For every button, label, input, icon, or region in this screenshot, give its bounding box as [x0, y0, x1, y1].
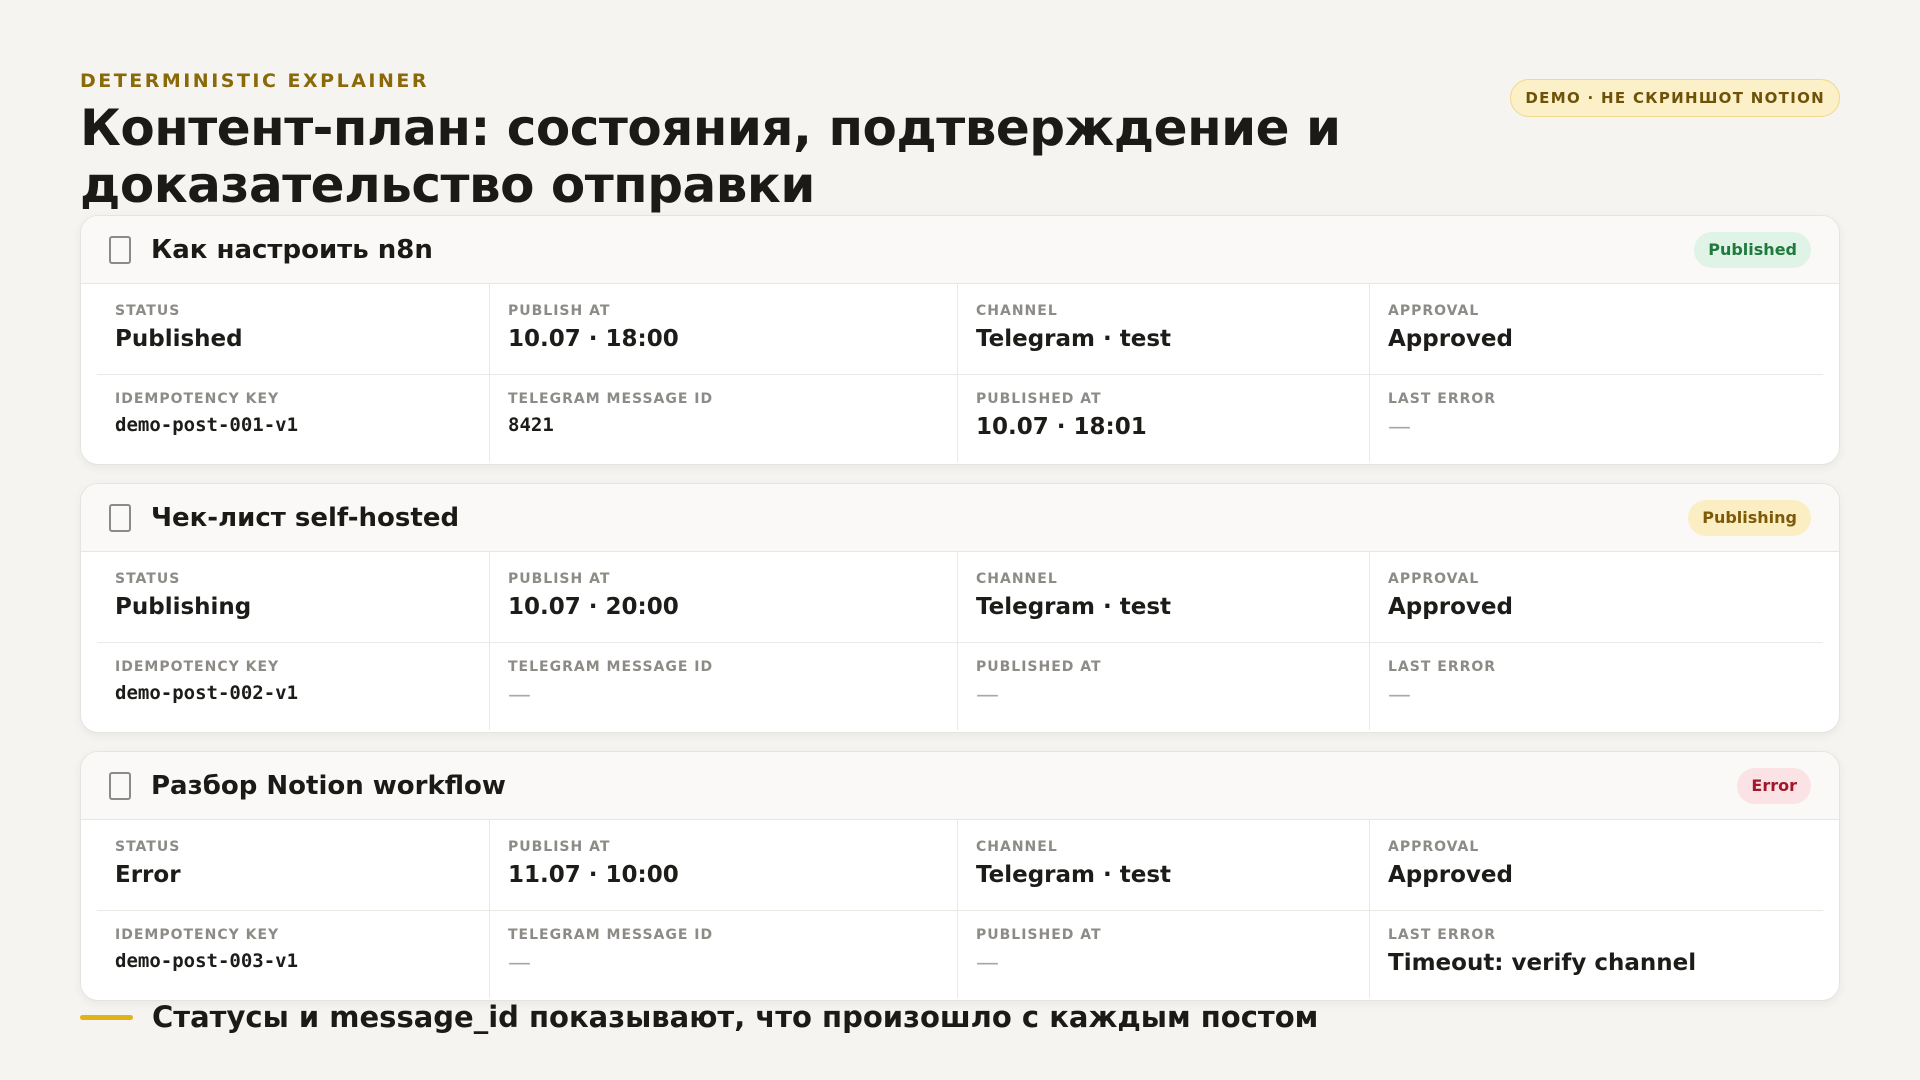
property-value: Published [115, 326, 243, 352]
post-properties: STATUS Publishing PUBLISH AT 10.07 · 20:… [97, 552, 1823, 730]
property-value: Telegram · test [976, 326, 1172, 352]
property-value: Error [115, 862, 181, 888]
property-label: CHANNEL [976, 571, 1058, 587]
property-label: IDEMPOTENCY KEY [115, 659, 280, 675]
property-label: PUBLISHED AT [976, 927, 1102, 943]
property-label: TELEGRAM MESSAGE ID [508, 927, 714, 943]
property-value: Approved [1388, 594, 1513, 620]
property-last-error: LAST ERROR — [1370, 642, 1823, 730]
property-telegram-message-id: TELEGRAM MESSAGE ID 8421 [490, 374, 958, 462]
property-channel: CHANNEL Telegram · test [958, 284, 1370, 374]
property-value: — [976, 950, 999, 976]
property-value: 8421 [508, 414, 554, 436]
page-icon [109, 771, 131, 800]
property-label: STATUS [115, 571, 181, 587]
property-label: IDEMPOTENCY KEY [115, 391, 280, 407]
property-label: PUBLISH AT [508, 839, 611, 855]
property-label: LAST ERROR [1388, 927, 1497, 943]
property-idempotency-key: IDEMPOTENCY KEY demo-post-001-v1 [97, 374, 490, 462]
page-icon [109, 235, 131, 264]
property-published-at: PUBLISHED AT — [958, 910, 1370, 998]
property-value: 10.07 · 18:00 [508, 326, 679, 352]
property-label: IDEMPOTENCY KEY [115, 927, 280, 943]
property-label: PUBLISH AT [508, 571, 611, 587]
property-value: — [508, 682, 531, 708]
property-status: STATUS Error [97, 820, 490, 910]
content-plan-list: Как настроить n8n Published STATUS Publi… [80, 215, 1840, 1019]
post-card[interactable]: Чек-лист self-hosted Publishing STATUS P… [80, 483, 1840, 733]
property-value: Telegram · test [976, 862, 1172, 888]
post-properties: STATUS Published PUBLISH AT 10.07 · 18:0… [97, 284, 1823, 462]
property-label: TELEGRAM MESSAGE ID [508, 659, 714, 675]
post-card[interactable]: Разбор Notion workflow Error STATUS Erro… [80, 751, 1840, 1001]
property-idempotency-key: IDEMPOTENCY KEY demo-post-002-v1 [97, 642, 490, 730]
property-label: LAST ERROR [1388, 391, 1497, 407]
property-label: APPROVAL [1388, 571, 1480, 587]
property-label: APPROVAL [1388, 839, 1480, 855]
footer-note: Статусы и message_id показывают, что про… [80, 1000, 1318, 1034]
post-card[interactable]: Как настроить n8n Published STATUS Publi… [80, 215, 1840, 465]
property-approval: APPROVAL Approved [1370, 820, 1823, 910]
property-value: 10.07 · 20:00 [508, 594, 679, 620]
property-status: STATUS Publishing [97, 552, 490, 642]
property-value: Publishing [115, 594, 252, 620]
property-publish-at: PUBLISH AT 10.07 · 20:00 [490, 552, 958, 642]
property-label: APPROVAL [1388, 303, 1480, 319]
post-title[interactable]: Как настроить n8n [151, 235, 1694, 265]
property-telegram-message-id: TELEGRAM MESSAGE ID — [490, 910, 958, 998]
property-value: Approved [1388, 862, 1513, 888]
property-value: Approved [1388, 326, 1513, 352]
property-label: PUBLISH AT [508, 303, 611, 319]
property-channel: CHANNEL Telegram · test [958, 552, 1370, 642]
property-value: — [508, 950, 531, 976]
property-label: PUBLISHED AT [976, 659, 1102, 675]
property-value: — [976, 682, 999, 708]
property-approval: APPROVAL Approved [1370, 284, 1823, 374]
property-value: demo-post-001-v1 [115, 414, 299, 436]
property-label: LAST ERROR [1388, 659, 1497, 675]
accent-bar [80, 1014, 133, 1020]
eyebrow: DETERMINISTIC EXPLAINER [80, 70, 429, 92]
property-value: demo-post-002-v1 [115, 682, 299, 704]
property-last-error: LAST ERROR — [1370, 374, 1823, 462]
property-value: — [1388, 414, 1411, 440]
status-badge: Error [1737, 767, 1811, 804]
page-icon [109, 503, 131, 532]
post-card-header[interactable]: Разбор Notion workflow Error [81, 752, 1839, 820]
property-value: demo-post-003-v1 [115, 950, 299, 972]
post-card-header[interactable]: Как настроить n8n Published [81, 216, 1839, 284]
property-status: STATUS Published [97, 284, 490, 374]
post-title[interactable]: Чек-лист self-hosted [151, 503, 1688, 533]
property-value: Timeout: verify channel [1388, 950, 1697, 976]
property-label: PUBLISHED AT [976, 391, 1102, 407]
property-label: CHANNEL [976, 839, 1058, 855]
property-label: TELEGRAM MESSAGE ID [508, 391, 714, 407]
property-publish-at: PUBLISH AT 10.07 · 18:00 [490, 284, 958, 374]
property-label: STATUS [115, 839, 181, 855]
property-published-at: PUBLISHED AT 10.07 · 18:01 [958, 374, 1370, 462]
status-badge: Publishing [1688, 499, 1811, 536]
property-published-at: PUBLISHED AT — [958, 642, 1370, 730]
post-title[interactable]: Разбор Notion workflow [151, 771, 1737, 801]
property-value: 10.07 · 18:01 [976, 414, 1147, 440]
property-telegram-message-id: TELEGRAM MESSAGE ID — [490, 642, 958, 730]
property-publish-at: PUBLISH AT 11.07 · 10:00 [490, 820, 958, 910]
property-value: — [1388, 682, 1411, 708]
property-channel: CHANNEL Telegram · test [958, 820, 1370, 910]
footer-text: Статусы и message_id показывают, что про… [152, 1000, 1319, 1034]
demo-badge: DEMO · НЕ СКРИНШОТ NOTION [1510, 79, 1840, 117]
status-badge: Published [1694, 231, 1811, 268]
property-value: Telegram · test [976, 594, 1172, 620]
property-label: CHANNEL [976, 303, 1058, 319]
property-approval: APPROVAL Approved [1370, 552, 1823, 642]
page-title: Контент-план: состояния, подтверждение и… [80, 99, 1341, 214]
post-card-header[interactable]: Чек-лист self-hosted Publishing [81, 484, 1839, 552]
property-idempotency-key: IDEMPOTENCY KEY demo-post-003-v1 [97, 910, 490, 998]
post-properties: STATUS Error PUBLISH AT 11.07 · 10:00 CH… [97, 820, 1823, 998]
property-last-error: LAST ERROR Timeout: verify channel [1370, 910, 1823, 998]
property-value: 11.07 · 10:00 [508, 862, 679, 888]
property-label: STATUS [115, 303, 181, 319]
